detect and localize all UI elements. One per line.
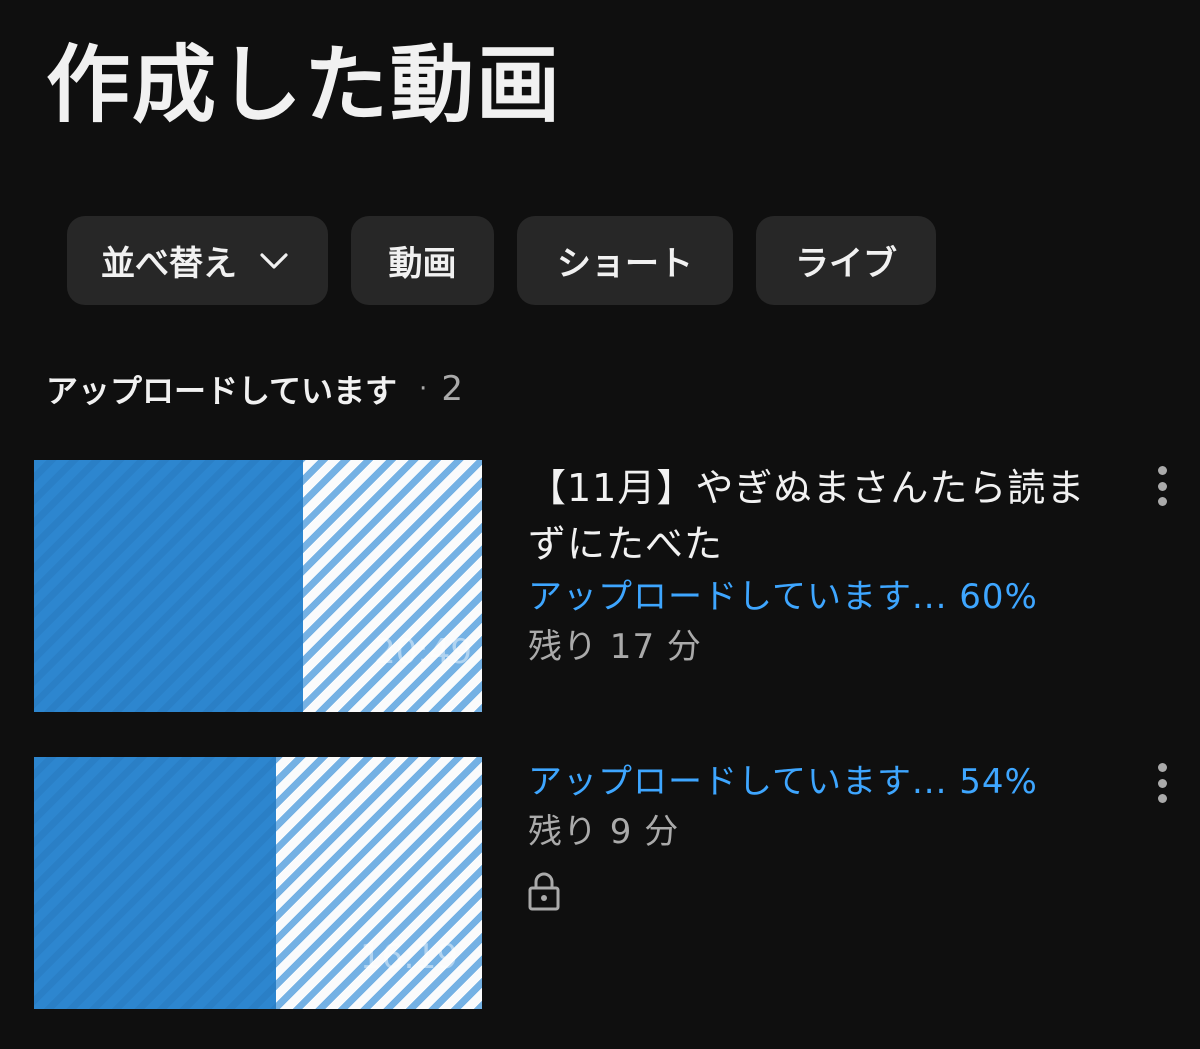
time-remaining: 残り 9 分 (528, 812, 680, 852)
more-vert-icon[interactable] (1150, 763, 1174, 803)
chevron-down-icon (259, 246, 289, 276)
lock-icon (528, 871, 560, 911)
duration-label: 16:19 (360, 937, 458, 977)
uploading-section-header: アップロードしています · 2 (46, 362, 463, 416)
page-title: 作成した動画 (46, 36, 563, 134)
section-label: アップロードしています (46, 372, 398, 410)
video-info: アップロードしています... 54% 残り 9 分 (528, 757, 1088, 911)
section-separator: · (419, 374, 428, 404)
upload-progress-fill (34, 757, 276, 1009)
shorts-chip[interactable]: ショート (517, 216, 733, 305)
video-info: 【11月】やぎぬまさんたら読まずにたべた アップロードしています... 60% … (528, 460, 1088, 672)
sort-chip-label: 並べ替え (101, 244, 237, 284)
upload-status: アップロードしています... 54% (528, 762, 1038, 802)
upload-row[interactable]: 16:19 アップロードしています... 54% 残り 9 分 (34, 757, 1174, 1009)
upload-status: アップロードしています... 60% (528, 577, 1038, 617)
video-title[interactable]: 【11月】やぎぬまさんたら読まずにたべた (528, 460, 1088, 572)
filter-chips: 並べ替え 動画 ショート ライブ (67, 216, 936, 305)
time-remaining: 残り 17 分 (528, 627, 702, 667)
section-count: 2 (441, 369, 463, 409)
upload-row[interactable]: 20:49 【11月】やぎぬまさんたら読まずにたべた アップロードしています..… (34, 460, 1174, 712)
sort-chip[interactable]: 並べ替え (67, 216, 328, 305)
more-vert-icon[interactable] (1150, 466, 1174, 506)
video-thumbnail[interactable]: 20:49 (34, 460, 482, 712)
duration-label: 20:49 (374, 632, 472, 672)
live-chip[interactable]: ライブ (756, 216, 936, 305)
upload-progress-fill (34, 460, 303, 712)
video-thumbnail[interactable]: 16:19 (34, 757, 482, 1009)
videos-chip[interactable]: 動画 (351, 216, 494, 305)
